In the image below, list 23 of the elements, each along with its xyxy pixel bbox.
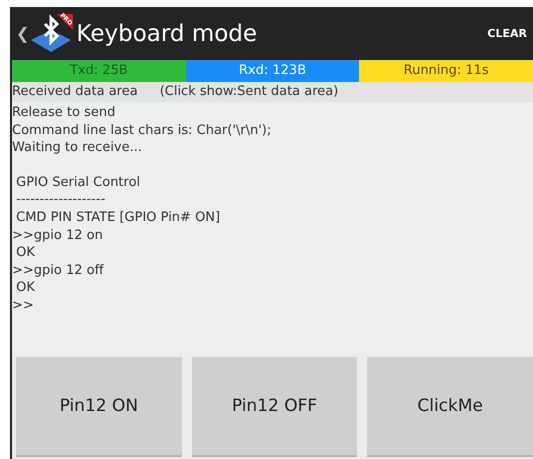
console-line: >> — [12, 296, 35, 315]
command-button[interactable]: ClickMe — [367, 357, 533, 457]
screen-title: Keyboard mode — [76, 20, 258, 46]
console-line: GPIO Serial Control — [15, 174, 142, 192]
console-line: ------------------- — [15, 191, 106, 209]
stat-counter: Txd: 25B — [12, 60, 186, 82]
console-line: OK — [15, 244, 36, 262]
area-hint: (Click show:Sent data area) — [160, 84, 338, 99]
stat-counter: Rxd: 123B — [186, 60, 360, 82]
console-line: OK — [15, 279, 36, 297]
console-line: >>gpio 12 off — [12, 262, 105, 280]
back-button[interactable]: ❮ — [16, 24, 30, 43]
console-line: Waiting to receive... — [12, 139, 144, 157]
command-button[interactable]: Pin12 ON — [16, 357, 182, 457]
console-line: Command line last chars is: Char('\r\n'); — [12, 122, 272, 140]
stat-counter: Running: 11s — [359, 60, 533, 82]
area-label: Received data area — [12, 84, 138, 99]
command-button[interactable]: Pin12 OFF — [192, 357, 358, 457]
console-line: >>gpio 12 on — [12, 226, 104, 244]
clear-button[interactable]: CLEAR — [487, 27, 527, 40]
console-line: Release to send — [12, 104, 116, 122]
console-line: CMD PIN STATE [GPIO Pin# ON] — [15, 208, 222, 227]
area-toggle[interactable]: Received data area (Click show:Sent data area) — [12, 82, 533, 102]
